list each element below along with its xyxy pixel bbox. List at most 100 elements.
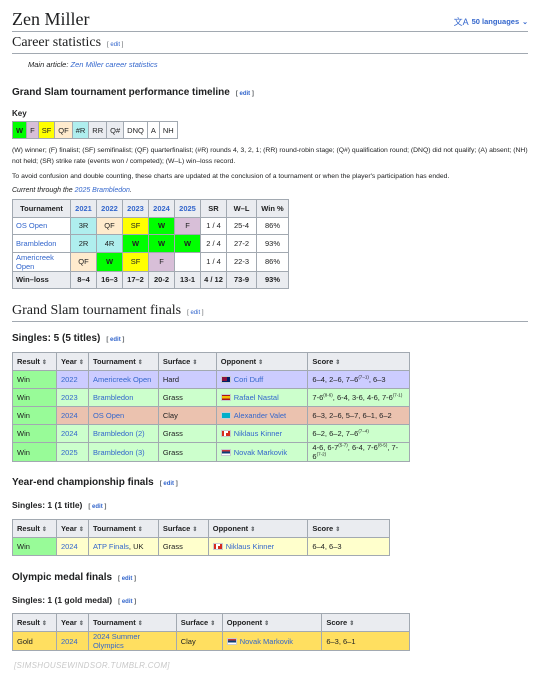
sort-icon[interactable]: ⇕ xyxy=(192,360,197,366)
edit-link[interactable]: edit xyxy=(110,42,120,48)
sort-icon[interactable]: ⇕ xyxy=(79,527,84,533)
tournament-link[interactable]: Brambledon (2) xyxy=(93,429,145,438)
column-header-label: Score xyxy=(326,618,348,627)
column-header[interactable]: Year ⇕ xyxy=(55,613,89,632)
hatnote-prefix: Main article: xyxy=(28,60,71,69)
column-header[interactable]: Surface ⇕ xyxy=(157,352,217,371)
language-button[interactable]: 文A 50 languages ⌄ xyxy=(454,15,528,28)
subsection-heading: Singles: 1 (1 gold medal) xyxy=(12,595,113,605)
sort-icon[interactable]: ⇕ xyxy=(335,360,340,366)
column-header[interactable]: Score ⇕ xyxy=(307,519,390,538)
column-header: 2022 xyxy=(96,199,123,218)
edit-link[interactable]: edit xyxy=(190,310,200,316)
column-header[interactable]: Opponent ⇕ xyxy=(215,352,309,371)
column-header[interactable]: Surface ⇕ xyxy=(175,613,223,632)
sort-icon[interactable]: ⇕ xyxy=(138,360,143,366)
tournament-link[interactable]: Americreek Open xyxy=(12,251,71,272)
column-header[interactable]: Tournament ⇕ xyxy=(87,613,177,632)
sort-icon[interactable]: ⇕ xyxy=(42,360,47,366)
tournament-link[interactable]: OS Open xyxy=(12,216,71,235)
current-link[interactable]: 2025 Brambledon xyxy=(75,187,130,194)
year-link[interactable]: 2024 xyxy=(55,537,89,556)
column-header[interactable]: Opponent ⇕ xyxy=(221,613,323,632)
column-header: 2023 xyxy=(122,199,149,218)
tournament-link[interactable]: Brambledon xyxy=(12,234,71,253)
sort-icon[interactable]: ⇕ xyxy=(138,621,143,627)
column-header[interactable]: Result ⇕ xyxy=(12,613,57,632)
edit-section-link: [ edit ] xyxy=(118,576,137,582)
edit-link[interactable]: edit xyxy=(110,337,121,343)
sort-icon[interactable]: ⇕ xyxy=(42,527,47,533)
edit-link[interactable]: edit xyxy=(122,576,133,582)
year-link[interactable]: 2023 xyxy=(55,388,89,407)
sort-icon[interactable]: ⇕ xyxy=(258,360,263,366)
year-link[interactable]: 2022 xyxy=(55,370,89,389)
opponent-link[interactable]: Niklaus Kinner xyxy=(226,542,274,551)
column-header-label: Result xyxy=(17,524,40,533)
tournament-link[interactable]: Brambledon xyxy=(93,393,133,402)
column-header[interactable]: Opponent ⇕ xyxy=(207,519,309,538)
edit-link[interactable]: edit xyxy=(122,599,133,605)
score-cell: 4-6, 6-7(5-7), 6-4, 7-6(8-5), 7-6(7-2) xyxy=(307,442,410,462)
column-header[interactable]: Score ⇕ xyxy=(307,352,410,371)
column-header-label: Tournament xyxy=(92,357,136,366)
flag-spain-icon xyxy=(220,394,231,401)
score-cell: 6–4, 6–3 xyxy=(307,537,390,556)
column-header[interactable]: Result ⇕ xyxy=(12,352,57,371)
key-label: Key xyxy=(12,109,27,118)
total-cell: 16–3 xyxy=(96,270,123,289)
sort-icon[interactable]: ⇕ xyxy=(349,621,354,627)
edit-link[interactable]: edit xyxy=(163,481,174,487)
column-header-label: Score xyxy=(312,524,334,533)
sort-icon[interactable]: ⇕ xyxy=(79,621,84,627)
sort-icon[interactable]: ⇕ xyxy=(138,527,143,533)
column-header[interactable]: Score ⇕ xyxy=(321,613,410,632)
column-header: W–L xyxy=(226,199,257,218)
sort-icon[interactable]: ⇕ xyxy=(42,621,47,627)
column-header[interactable]: Tournament ⇕ xyxy=(87,519,159,538)
tournament-link[interactable]: Brambledon (3) xyxy=(93,448,145,457)
edit-link[interactable]: edit xyxy=(92,504,103,510)
key-cell: F xyxy=(26,121,39,139)
column-header[interactable]: Surface ⇕ xyxy=(157,519,209,538)
column-header[interactable]: Year ⇕ xyxy=(55,519,89,538)
opponent-link[interactable]: Niklaus Kinner xyxy=(234,429,282,438)
section-year-end-finals: Year-end championship finals [ edit ] xyxy=(12,477,528,488)
total-sr: 4 / 12 xyxy=(200,270,227,289)
tournament-link[interactable]: OS Open xyxy=(93,411,124,420)
sort-icon[interactable]: ⇕ xyxy=(79,360,84,366)
section-heading: Grand Slam tournament performance timeli… xyxy=(12,87,230,98)
current-suffix: . xyxy=(129,187,132,194)
opponent-link[interactable]: Novak Markovik xyxy=(234,448,287,457)
table-header-row: Result ⇕ Year ⇕ Tournament ⇕ Surface ⇕ Opponent ⇕… xyxy=(12,519,390,538)
opponent-link[interactable]: Alexander Valet xyxy=(234,411,286,420)
edit-link[interactable]: edit xyxy=(240,91,251,97)
sr-cell: 2 / 4 xyxy=(200,234,227,253)
column-header[interactable]: Result ⇕ xyxy=(12,519,57,538)
year-link[interactable]: 2024 xyxy=(55,424,89,443)
year-link[interactable]: 2025 xyxy=(55,442,89,462)
tournament-link[interactable]: ATP Finals xyxy=(93,542,129,551)
opponent-link[interactable]: Cori Duff xyxy=(234,375,263,384)
surface-cell: Clay xyxy=(157,406,217,425)
sort-icon[interactable]: ⇕ xyxy=(192,527,197,533)
year-link[interactable]: 2024 xyxy=(55,406,89,425)
sort-icon[interactable]: ⇕ xyxy=(264,621,269,627)
year-link[interactable]: 2024 xyxy=(55,631,89,651)
key-table: W F SF QF #R RR Q# DNQ A NH xyxy=(11,121,178,139)
main-article-link[interactable]: Zen Miller career statistics xyxy=(71,60,158,69)
column-header[interactable]: Tournament ⇕ xyxy=(87,352,159,371)
sort-icon[interactable]: ⇕ xyxy=(335,527,340,533)
table-row: Win 2025 Brambledon (3) Grass Novak Markovik… xyxy=(12,442,410,462)
table-header-row: Tournament 2021 2022 2023 2024 2025 SR W–L Win % xyxy=(12,199,289,218)
tournament-link[interactable]: 2024 Summer Olympics xyxy=(93,632,140,650)
opponent-link[interactable]: Novak Markovik xyxy=(240,637,293,646)
pct-cell: 86% xyxy=(256,251,289,272)
score-cell: 6–2, 6–2, 7–6(7–4) xyxy=(307,424,410,443)
sort-icon[interactable]: ⇕ xyxy=(210,621,215,627)
tournament-link[interactable]: Americreek Open xyxy=(93,375,151,384)
opponent-link[interactable]: Rafael Nastal xyxy=(234,393,279,402)
sort-icon[interactable]: ⇕ xyxy=(250,527,255,533)
column-header[interactable]: Year ⇕ xyxy=(55,352,89,371)
table-header-row: Result ⇕ Year ⇕ Tournament ⇕ Surface ⇕ Opponent ⇕… xyxy=(12,352,410,371)
